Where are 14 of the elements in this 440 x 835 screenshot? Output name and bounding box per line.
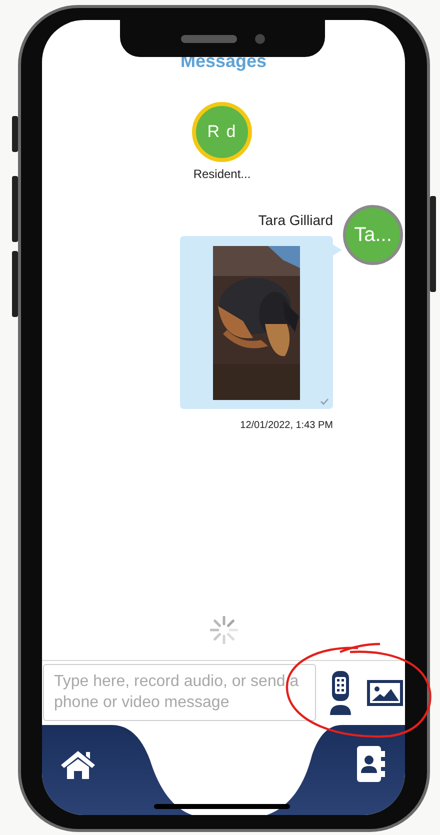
avatar[interactable]: R d — [192, 102, 252, 162]
message-input-field[interactable]: Type here, record audio, or send a phone or video message — [43, 664, 316, 721]
keypad-device-icon[interactable] — [330, 670, 351, 714]
sender-name: Tara Gilliard — [258, 211, 333, 228]
speaker-grille — [180, 34, 236, 42]
camera-lens — [254, 34, 264, 44]
message-bubble[interactable] — [180, 236, 333, 409]
contact-book-icon[interactable] — [355, 746, 385, 782]
home-icon[interactable] — [60, 749, 96, 779]
avatar[interactable]: Ta... — [343, 205, 403, 265]
image-icon[interactable] — [367, 680, 403, 706]
message-timestamp: 12/01/2022, 1:43 PM — [240, 420, 333, 431]
screen-title: Messages — [179, 50, 268, 72]
participant-name: Resident... — [193, 167, 251, 181]
